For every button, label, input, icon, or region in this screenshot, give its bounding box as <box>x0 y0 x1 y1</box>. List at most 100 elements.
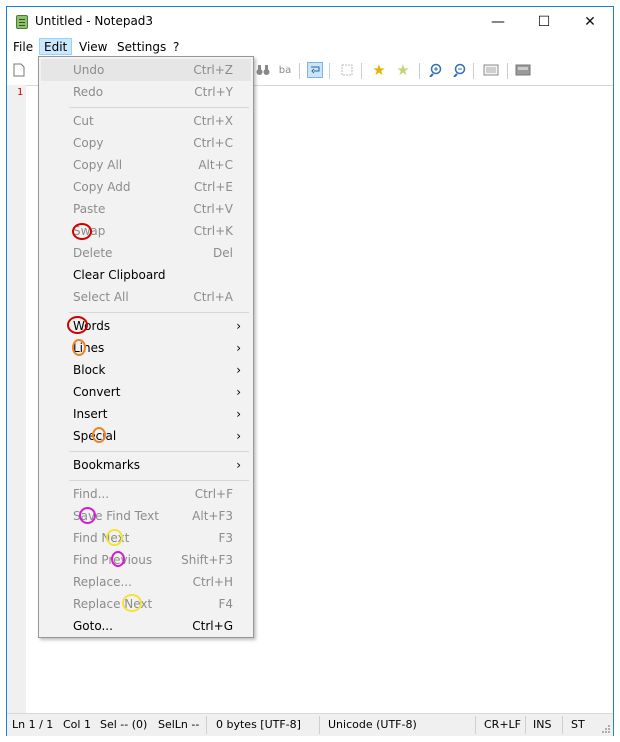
copy-add-shortcut: Ctrl+E <box>194 180 233 194</box>
unwrap-icon[interactable] <box>339 62 355 78</box>
replace-icon[interactable]: ba <box>277 62 293 78</box>
menu-item-paste[interactable]: Paste Ctrl+V <box>41 198 251 220</box>
menu-item-cut[interactable]: Cut Ctrl+X <box>41 110 251 132</box>
status-line: Ln 1 / 1 <box>12 718 54 731</box>
status-divider <box>525 716 526 734</box>
menu-item-goto[interactable]: Goto... Ctrl+G <box>41 615 251 637</box>
status-divider <box>206 716 207 734</box>
close-icon: ✕ <box>584 14 596 30</box>
zoom-out-icon[interactable] <box>451 62 467 78</box>
add-favorite-star-icon[interactable]: ★ <box>395 61 411 79</box>
menu-item-bookmarks[interactable]: Bookmarks › <box>41 454 251 476</box>
line-number: 1 <box>17 87 24 98</box>
goto-label: Goto... <box>73 619 113 633</box>
undo-label: Undo <box>73 63 105 77</box>
status-selection: Sel -- (0) <box>100 718 148 731</box>
minimize-icon: — <box>491 14 505 30</box>
copy-all-label: Copy All <box>73 158 123 172</box>
menu-item-convert[interactable]: Convert › <box>41 381 251 403</box>
replace-next-shortcut: F4 <box>218 597 233 611</box>
word-wrap-icon[interactable] <box>307 62 323 78</box>
convert-label: Convert <box>73 385 121 399</box>
menu-help[interactable]: ? <box>169 39 183 56</box>
resize-grip-icon[interactable] <box>601 724 611 734</box>
menu-item-redo[interactable]: Redo Ctrl+Y <box>41 81 251 103</box>
menu-edit[interactable]: Edit <box>39 38 73 55</box>
menu-item-replace[interactable]: Replace... Ctrl+H <box>41 571 251 593</box>
paste-shortcut: Ctrl+V <box>193 202 233 216</box>
menu-item-save-find-text[interactable]: Save Find Text Alt+F3 <box>41 505 251 527</box>
status-divider <box>319 716 320 734</box>
find-binoculars-icon[interactable] <box>255 62 271 78</box>
orange-annotation-circle <box>92 427 106 443</box>
insert-label: Insert <box>73 407 108 421</box>
menu-item-find-next[interactable]: Find Next F3 <box>41 527 251 549</box>
yellow-annotation-circle <box>122 594 142 612</box>
menu-item-find-previous[interactable]: Find Previous Shift+F3 <box>41 549 251 571</box>
redo-shortcut: Ctrl+Y <box>194 85 233 99</box>
close-button[interactable]: ✕ <box>567 7 613 37</box>
toolbar-divider <box>507 63 508 79</box>
menu-item-replace-next[interactable]: Replace Next F4 <box>41 593 251 615</box>
status-encoding[interactable]: Unicode (UTF-8) <box>328 718 417 731</box>
menu-separator <box>69 312 249 313</box>
menu-item-undo[interactable]: Undo Ctrl+Z <box>41 59 251 81</box>
menu-item-find[interactable]: Find... Ctrl+F <box>41 483 251 505</box>
copy-add-label: Copy Add <box>73 180 131 194</box>
menu-item-insert[interactable]: Insert › <box>41 403 251 425</box>
submenu-arrow-icon: › <box>236 385 241 399</box>
status-ins[interactable]: INS <box>533 718 551 731</box>
status-eol[interactable]: CR+LF <box>484 718 521 731</box>
status-bar: Ln 1 / 1 Col 1 Sel -- (0) SelLn -- 0 byt… <box>7 713 613 736</box>
find-next-shortcut: F3 <box>218 531 233 545</box>
clear-clipboard-label: Clear Clipboard <box>73 268 166 282</box>
toolbar-divider <box>419 63 420 79</box>
menu-item-copy-add[interactable]: Copy Add Ctrl+E <box>41 176 251 198</box>
toolbar-divider <box>299 63 300 79</box>
menu-view[interactable]: View <box>75 39 111 56</box>
minimize-button[interactable]: — <box>475 7 521 37</box>
toolbar-divider <box>473 63 474 79</box>
find-label: Find... <box>73 487 110 501</box>
title-bar: Untitled - Notepad3 — ☐ ✕ <box>7 7 613 37</box>
goto-shortcut: Ctrl+G <box>192 619 233 633</box>
status-selected-lines: SelLn -- <box>158 718 200 731</box>
status-column: Col 1 <box>63 718 91 731</box>
status-divider <box>475 716 476 734</box>
zoom-in-icon[interactable] <box>427 62 443 78</box>
cut-label: Cut <box>73 114 94 128</box>
toolbar-divider <box>329 63 330 79</box>
delete-shortcut: Del <box>213 246 233 260</box>
menu-item-select-all[interactable]: Select All Ctrl+A <box>41 286 251 308</box>
cut-shortcut: Ctrl+X <box>193 114 233 128</box>
status-mode[interactable]: ST <box>571 718 585 731</box>
bookmarks-label: Bookmarks <box>73 458 141 472</box>
submenu-arrow-icon: › <box>236 429 241 443</box>
menu-settings[interactable]: Settings <box>113 39 170 56</box>
menu-separator <box>69 107 249 108</box>
swap-shortcut: Ctrl+K <box>193 224 233 238</box>
notepad-app-icon <box>16 15 28 29</box>
find-shortcut: Ctrl+F <box>194 487 233 501</box>
menu-item-block[interactable]: Block › <box>41 359 251 381</box>
copy-label: Copy <box>73 136 104 150</box>
find-previous-shortcut: Shift+F3 <box>181 553 233 567</box>
menu-item-clear-clipboard[interactable]: Clear Clipboard <box>41 264 251 286</box>
magenta-annotation-circle <box>111 551 125 567</box>
maximize-button[interactable]: ☐ <box>521 7 567 37</box>
menu-item-copy[interactable]: Copy Ctrl+C <box>41 132 251 154</box>
print-icon[interactable] <box>515 62 531 78</box>
menu-item-copy-all[interactable]: Copy All Alt+C <box>41 154 251 176</box>
undo-shortcut: Ctrl+Z <box>193 63 233 77</box>
page-setup-icon[interactable] <box>483 62 499 78</box>
menu-item-special[interactable]: Special › <box>41 425 251 447</box>
redo-label: Redo <box>73 85 104 99</box>
favorites-star-icon[interactable]: ★ <box>371 61 387 79</box>
menu-file[interactable]: File <box>9 39 37 56</box>
new-file-icon[interactable] <box>11 62 27 78</box>
status-divider <box>562 716 563 734</box>
block-label: Block <box>73 363 106 377</box>
orange-annotation-circle <box>72 339 86 356</box>
menu-item-delete[interactable]: Delete Del <box>41 242 251 264</box>
menu-separator <box>69 480 249 481</box>
